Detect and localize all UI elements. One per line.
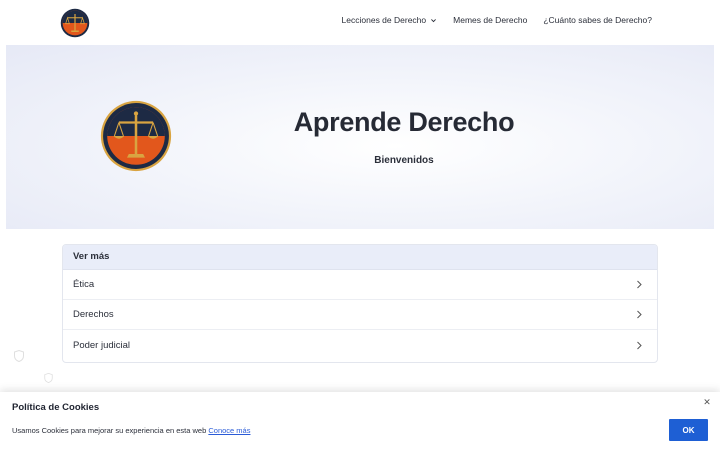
site-header: Lecciones de Derecho Memes de Derecho ¿C… <box>0 0 720 46</box>
hero-section: Aprende Derecho Bienvenidos <box>6 45 714 229</box>
list-item-derechos[interactable]: Derechos <box>63 300 657 330</box>
main-nav: Lecciones de Derecho Memes de Derecho ¿C… <box>342 15 652 25</box>
nav-item-memes[interactable]: Memes de Derecho <box>453 15 527 25</box>
shield-icon <box>14 350 24 362</box>
list-item-label: Poder judicial <box>73 339 131 351</box>
close-icon[interactable]: ✕ <box>702 397 712 407</box>
page-title: Aprende Derecho <box>293 107 515 137</box>
cookie-title: Política de Cookies <box>12 402 100 413</box>
cookie-learn-more-link[interactable]: Conoce más <box>208 426 250 435</box>
scales-of-justice-logo-icon <box>100 100 172 172</box>
nav-item-quiz[interactable]: ¿Cuánto sabes de Derecho? <box>543 15 652 25</box>
chevron-right-icon <box>637 310 642 319</box>
card-header: Ver más <box>63 245 657 270</box>
cookie-ok-button[interactable]: OK <box>669 419 708 441</box>
chevron-down-icon <box>431 18 437 22</box>
chevron-right-icon <box>637 280 642 289</box>
nav-item-label: Lecciones de Derecho <box>341 15 427 25</box>
nav-item-label: ¿Cuánto sabes de Derecho? <box>543 15 652 25</box>
page-subtitle: Bienvenidos <box>374 155 434 166</box>
cookie-message: Usamos Cookies para mejorar su experienc… <box>12 426 250 435</box>
chevron-right-icon <box>637 341 642 349</box>
nav-item-label: Memes de Derecho <box>453 15 528 25</box>
list-item-poder-judicial[interactable]: Poder judicial <box>63 330 657 360</box>
cookie-text: Usamos Cookies para mejorar su experienc… <box>12 426 209 435</box>
nav-item-lecciones[interactable]: Lecciones de Derecho <box>342 15 438 25</box>
shield-icon <box>44 373 53 383</box>
site-logo-icon[interactable] <box>60 8 90 38</box>
list-item-etica[interactable]: Ética <box>63 270 657 300</box>
list-item-label: Ética <box>73 279 95 290</box>
cookie-banner: Política de Cookies Usamos Cookies para … <box>0 392 720 450</box>
ver-mas-card: Ver más Ética Derechos Poder judicial <box>62 244 658 363</box>
list-item-label: Derechos <box>73 309 114 320</box>
